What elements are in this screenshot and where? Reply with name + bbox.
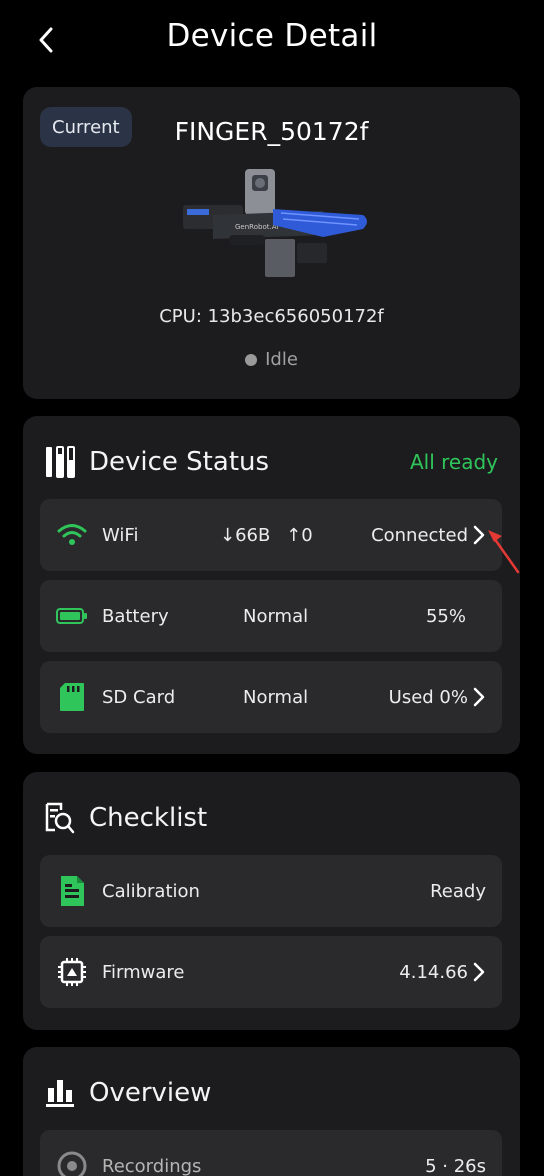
- recordings-summary: 5 · 26s: [425, 1155, 486, 1176]
- document-icon: [56, 875, 88, 907]
- overview-card: Overview Recordings 5 · 26s: [23, 1047, 520, 1176]
- battery-label: Battery: [102, 605, 169, 627]
- overview-title: Overview: [89, 1078, 212, 1108]
- firmware-label: Firmware: [102, 961, 185, 983]
- sd-card-icon: [56, 681, 88, 713]
- chevron-right-icon: [472, 961, 486, 983]
- calibration-row: Calibration Ready: [40, 855, 502, 927]
- overview-header: Overview: [45, 1075, 498, 1111]
- wifi-download: 66B: [235, 524, 271, 546]
- sd-card-row[interactable]: SD Card Normal Used 0%: [40, 661, 502, 733]
- firmware-version-label: 4.14.66: [399, 961, 468, 983]
- device-status-header: Device Status All ready: [45, 444, 498, 480]
- device-card: Current FINGER_50172f GenRobot.AI CPU: 1…: [23, 87, 520, 399]
- status-bars-icon: [45, 446, 75, 478]
- device-image: GenRobot.AI: [183, 169, 367, 277]
- sd-card-label: SD Card: [102, 686, 176, 708]
- battery-icon: [56, 600, 88, 632]
- checklist-title: Checklist: [89, 803, 208, 833]
- recordings-label: Recordings: [102, 1155, 202, 1176]
- page-title: Device Detail: [166, 18, 378, 54]
- all-ready-status: All ready: [409, 450, 498, 474]
- sd-card-state: Normal: [243, 686, 309, 708]
- device-name: FINGER_50172f: [174, 117, 369, 146]
- checklist-search-icon: [45, 802, 75, 834]
- pointer-arrow-icon: [488, 530, 520, 574]
- battery-row: Battery Normal 55%: [40, 580, 502, 652]
- wifi-upload: 0: [301, 524, 313, 546]
- recordings-icon: [56, 1150, 88, 1176]
- top-bar: Device Detail: [0, 0, 544, 82]
- wifi-label: WiFi: [102, 524, 139, 546]
- bar-chart-icon: [45, 1077, 75, 1109]
- wifi-status: Connected: [371, 524, 486, 546]
- sd-card-usage: Used 0%: [389, 686, 486, 708]
- wifi-traffic: ↓66B ↑0: [220, 525, 313, 546]
- wifi-status-label: Connected: [371, 524, 468, 546]
- calibration-status: Ready: [430, 880, 486, 902]
- recordings-row[interactable]: Recordings 5 · 26s: [40, 1130, 502, 1176]
- device-state: Idle: [23, 349, 520, 370]
- download-arrow-icon: ↓: [220, 524, 236, 546]
- firmware-row[interactable]: Firmware 4.14.66: [40, 936, 502, 1008]
- wifi-row[interactable]: WiFi ↓66B ↑0 Connected: [40, 499, 502, 571]
- firmware-version: 4.14.66: [399, 961, 486, 983]
- state-dot-icon: [245, 353, 258, 366]
- sd-card-usage-label: Used 0%: [388, 686, 468, 708]
- device-status-title: Device Status: [89, 447, 270, 477]
- cpu-id: CPU: 13b3ec656050172f: [159, 306, 384, 327]
- upload-arrow-icon: ↑: [286, 524, 302, 546]
- chevron-right-icon: [472, 686, 486, 708]
- device-brand-text: GenRobot.AI: [235, 223, 279, 231]
- checklist-card: Checklist Calibration Ready Firmware 4.1…: [23, 772, 520, 1030]
- chevron-right-icon: [472, 524, 486, 546]
- device-state-label: Idle: [265, 349, 298, 370]
- chip-icon: [56, 956, 88, 988]
- checklist-header: Checklist: [45, 800, 498, 836]
- wifi-icon: [56, 519, 88, 551]
- battery-state: Normal: [243, 605, 309, 627]
- battery-level: 55%: [425, 605, 466, 627]
- device-status-card: Device Status All ready WiFi ↓66B ↑0 Con…: [23, 416, 520, 754]
- calibration-label: Calibration: [102, 880, 200, 902]
